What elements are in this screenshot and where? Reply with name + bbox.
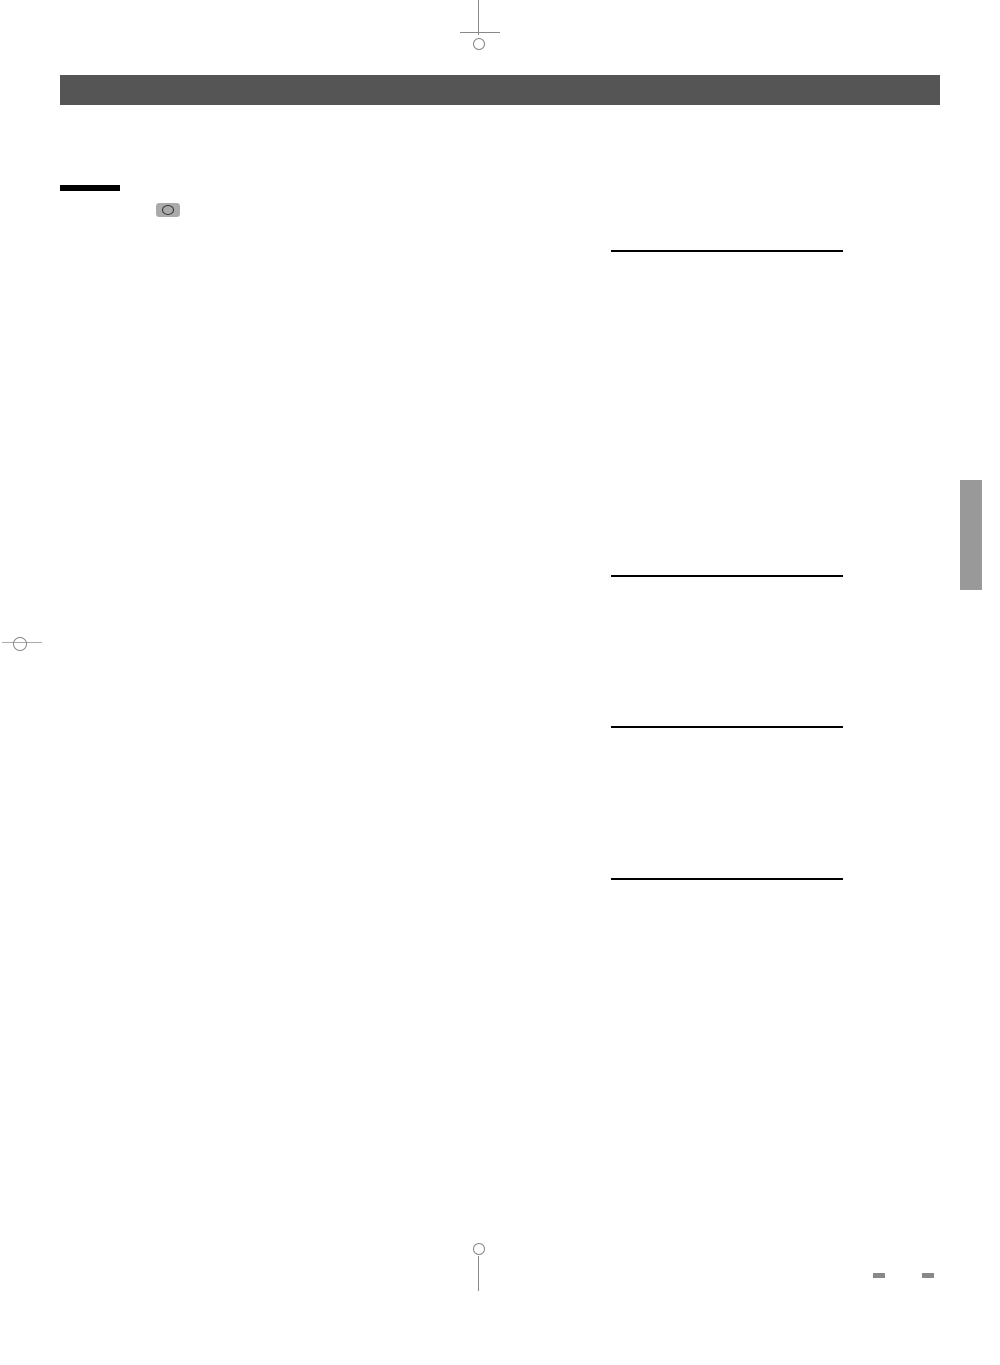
- heading-rule: [60, 185, 120, 191]
- step-4: [130, 251, 690, 271]
- osd-screenshot-subtitle-lang: [611, 726, 843, 728]
- step-text: [156, 200, 180, 220]
- cropmark: [478, 1256, 479, 1291]
- cropmark: [478, 0, 479, 35]
- step-number: [130, 226, 144, 246]
- step-2: [130, 200, 690, 220]
- content: [130, 170, 900, 334]
- osd-screenshot-audio-lang: [611, 878, 843, 880]
- cropmark: [460, 32, 500, 33]
- osd-screenshot-osd-lang: [611, 250, 843, 252]
- step-number: [130, 251, 144, 271]
- step-number: [130, 277, 144, 297]
- languages-page-icon: [156, 203, 180, 217]
- cropmark: [13, 637, 27, 651]
- cropmark: [473, 38, 485, 50]
- step-5: [130, 277, 690, 297]
- step-3: [130, 226, 690, 246]
- page-number-decor: [922, 1273, 934, 1278]
- side-tab-setup: [960, 480, 982, 590]
- page-number-decor: [873, 1273, 885, 1278]
- step-number: [130, 200, 144, 220]
- osd-screenshot-menu-lang: [611, 575, 843, 577]
- header-bar: [60, 75, 940, 105]
- cropmark: [473, 1243, 485, 1255]
